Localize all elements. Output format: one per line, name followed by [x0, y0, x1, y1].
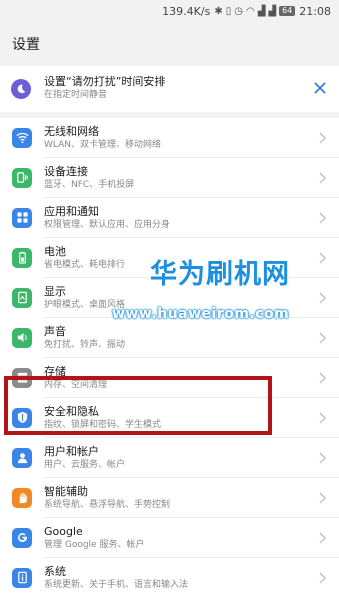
page-title: 设置	[0, 22, 339, 66]
settings-item-security-privacy[interactable]: 安全和隐私 指纹、锁屏和密码、学生模式	[0, 398, 339, 438]
close-icon[interactable]	[313, 81, 327, 95]
clock: 21:08	[299, 4, 331, 18]
apps-icon	[12, 207, 32, 228]
dnd-suggestion-card[interactable]: 设置“请勿打扰”时间安排 在指定时间静音	[0, 66, 339, 112]
item-subtitle: 免打扰、铃声、振动	[44, 340, 126, 350]
settings-item-wireless[interactable]: 无线和网络 WLAN、双卡管理、移动网络	[0, 118, 339, 158]
item-subtitle: 系统导航、悬浮导航、手势控制	[44, 500, 171, 510]
user-icon	[12, 447, 32, 468]
google-icon	[12, 527, 32, 548]
network-speed: 139.4K/s	[162, 4, 211, 18]
item-subtitle: 蓝牙、NFC、手机投屏	[44, 180, 135, 190]
item-subtitle: 内存、空间清理	[44, 380, 108, 390]
chevron-right-icon	[319, 292, 326, 304]
device-link-icon	[12, 167, 32, 188]
wifi-status-icon: ◠	[245, 5, 255, 17]
shield-icon	[12, 407, 32, 428]
item-title: 设备连接	[44, 165, 88, 178]
hand-icon	[12, 487, 32, 508]
watermark-url: www.huaweirom.com	[112, 306, 290, 322]
item-title: 系统	[44, 565, 66, 578]
moon-icon	[11, 79, 31, 99]
settings-item-device-connection[interactable]: 设备连接 蓝牙、NFC、手机投屏	[0, 158, 339, 198]
chevron-right-icon	[319, 132, 326, 144]
dnd-title: 设置“请勿打扰”时间安排	[44, 75, 166, 88]
item-subtitle: 管理 Google 服务、帐户	[44, 540, 145, 550]
item-title: 安全和隐私	[44, 405, 99, 418]
settings-item-system[interactable]: 系统 系统更新、关于手机、语言和输入法	[0, 558, 339, 598]
sound-icon	[12, 327, 32, 348]
item-title: 存储	[44, 365, 66, 378]
chevron-right-icon	[319, 572, 326, 584]
item-subtitle: 用户、云服务、帐户	[44, 460, 126, 470]
chevron-right-icon	[319, 492, 326, 504]
info-icon	[12, 567, 32, 588]
item-title: 应用和通知	[44, 205, 99, 218]
item-subtitle: 指纹、锁屏和密码、学生模式	[44, 420, 162, 430]
item-title: 用户和帐户	[44, 445, 99, 458]
bluetooth-icon: ✱	[214, 5, 223, 17]
storage-icon	[12, 367, 32, 388]
chevron-right-icon	[319, 332, 326, 344]
item-subtitle: 权限管理、默认应用、应用分身	[44, 220, 171, 230]
settings-item-google[interactable]: Google 管理 Google 服务、帐户	[0, 518, 339, 558]
settings-list: 无线和网络 WLAN、双卡管理、移动网络 设备连接 蓝牙、NFC、手机投屏 应用…	[0, 118, 339, 603]
wifi-icon	[12, 127, 32, 148]
settings-item-smart-assist[interactable]: 智能辅助 系统导航、悬浮导航、手势控制	[0, 478, 339, 518]
chevron-right-icon	[319, 212, 326, 224]
alarm-icon: ◷	[234, 5, 243, 17]
chevron-right-icon	[319, 532, 326, 544]
vibrate-icon: ▯	[225, 5, 232, 17]
settings-item-apps[interactable]: 应用和通知 权限管理、默认应用、应用分身	[0, 198, 339, 238]
chevron-right-icon	[319, 412, 326, 424]
item-subtitle: WLAN、双卡管理、移动网络	[44, 140, 162, 150]
display-icon	[12, 287, 32, 308]
battery-icon	[12, 247, 32, 268]
settings-item-sound[interactable]: 声音 免打扰、铃声、振动	[0, 318, 339, 358]
settings-item-storage[interactable]: 存储 内存、空间清理	[0, 358, 339, 398]
signal-icon: ▟	[257, 5, 266, 17]
item-subtitle: 系统更新、关于手机、语言和输入法	[44, 580, 189, 590]
chevron-right-icon	[319, 452, 326, 464]
item-title: 智能辅助	[44, 485, 88, 498]
chevron-right-icon	[319, 372, 326, 384]
signal-icon-2: ▟	[268, 5, 277, 17]
item-title: Google	[44, 525, 83, 538]
status-bar: 139.4K/s ✱ ▯ ◷ ◠ ▟ ▟ 64 21:08	[0, 0, 339, 22]
watermark-title: 华为刷机网	[150, 259, 290, 290]
item-title: 声音	[44, 325, 66, 338]
dnd-subtitle: 在指定时间静音	[44, 90, 108, 100]
chevron-right-icon	[319, 252, 326, 264]
item-title: 无线和网络	[44, 125, 99, 138]
battery-indicator: 64	[279, 6, 296, 16]
settings-item-users-accounts[interactable]: 用户和帐户 用户、云服务、帐户	[0, 438, 339, 478]
chevron-right-icon	[319, 172, 326, 184]
status-icons: ✱ ▯ ◷ ◠ ▟ ▟ 64	[214, 5, 296, 17]
